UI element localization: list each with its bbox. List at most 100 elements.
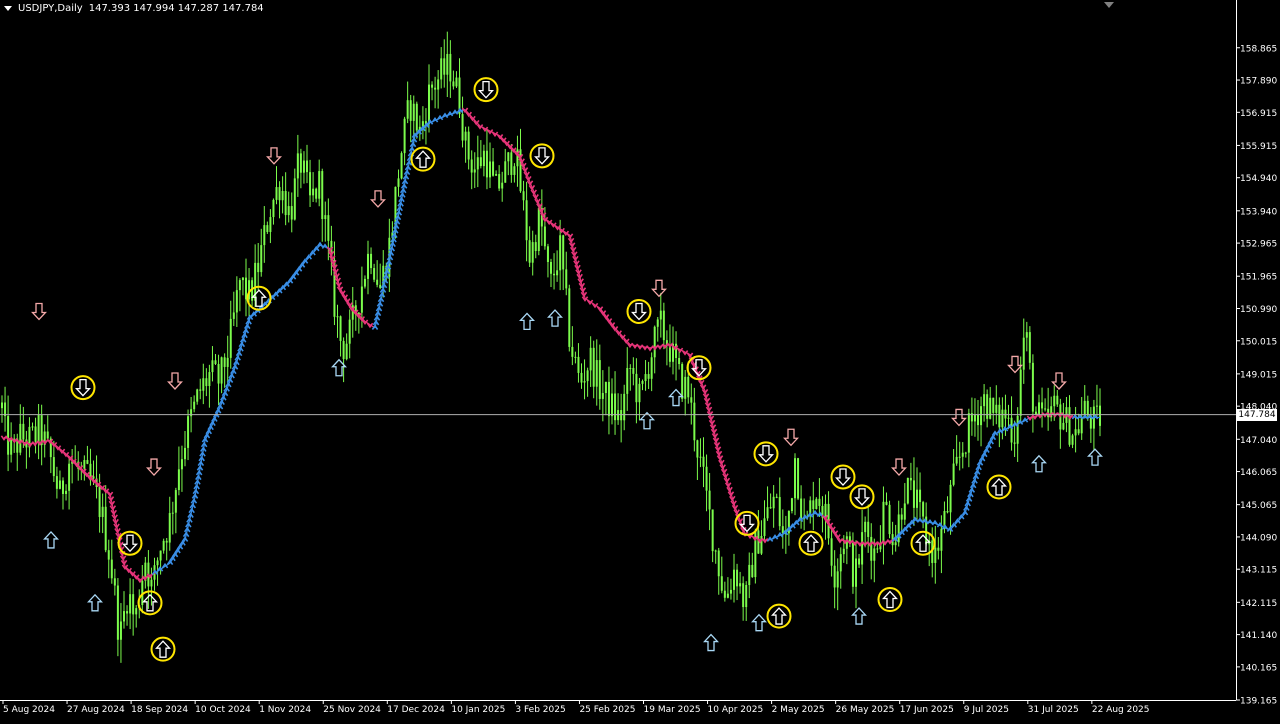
candle (65, 484, 68, 501)
candle (116, 578, 119, 657)
candle (309, 159, 312, 208)
y-tick-label: 150.015 (1240, 337, 1277, 347)
x-tick-label: 10 Oct 2024 (195, 705, 251, 715)
candle-body (620, 410, 623, 421)
candle (1016, 407, 1019, 462)
candle (162, 538, 165, 554)
candle (1025, 321, 1028, 352)
x-tick-label: 5 Aug 2024 (3, 705, 55, 715)
candle (376, 260, 379, 288)
candle-body (324, 215, 327, 220)
candle (1038, 394, 1040, 416)
candle (531, 230, 534, 276)
candle (482, 144, 485, 177)
candle (827, 491, 830, 545)
candle (714, 549, 717, 564)
candle-body (4, 402, 7, 417)
candle (723, 581, 726, 602)
candle (760, 520, 763, 556)
candle (10, 422, 13, 463)
candle-body (196, 389, 199, 402)
candle (184, 430, 186, 467)
candle-body (187, 416, 190, 448)
candle (784, 515, 787, 554)
candle-body (830, 538, 833, 566)
candle-body (952, 463, 955, 485)
candle-body (507, 152, 510, 162)
candle (278, 181, 281, 219)
candle (711, 509, 714, 563)
candle (403, 116, 406, 166)
candle (607, 366, 610, 435)
signal-down (783, 428, 799, 447)
chart-title-bar[interactable]: USDJPY,Daily 147.393 147.994 147.287 147… (4, 3, 264, 14)
candle-body (882, 501, 885, 544)
candle (830, 528, 833, 577)
candle-body (748, 564, 751, 586)
candle (495, 170, 498, 176)
candle-body (65, 490, 68, 494)
candle (129, 578, 132, 630)
candle-body (263, 225, 266, 246)
candle-body (272, 199, 275, 218)
dropdown-triangle-icon[interactable] (4, 6, 12, 11)
candle-body (309, 172, 312, 196)
candle-body (34, 426, 37, 442)
candle-body (1038, 402, 1040, 415)
candle (1, 395, 3, 423)
candle-body (1025, 332, 1028, 338)
candle-body (815, 498, 818, 509)
candle (232, 291, 235, 327)
candle (266, 221, 269, 234)
y-tick-label: 156.915 (1240, 109, 1277, 119)
candle (1092, 399, 1095, 452)
current-price-tag: 147.784 (1237, 408, 1277, 421)
candle-body (510, 152, 513, 175)
candle (662, 302, 665, 350)
candle (58, 470, 61, 490)
candle-body (980, 406, 983, 426)
chart-shift-marker-icon[interactable] (1104, 2, 1114, 8)
candle-body (989, 397, 992, 419)
candle-body (543, 226, 546, 247)
candle (562, 234, 565, 291)
signal-up (877, 587, 903, 613)
candle-body (168, 513, 171, 543)
candle (638, 377, 641, 421)
candle (485, 128, 488, 190)
signal-down (1007, 355, 1023, 374)
candle (754, 528, 757, 584)
signal-up-arrow-icon (991, 477, 1007, 496)
candle (123, 591, 125, 629)
candle-body (556, 270, 559, 276)
y-tick-label: 146.065 (1240, 468, 1277, 478)
candle (193, 395, 196, 413)
axes-layer: 158.865 157.890 156.915 155.915 154.940 153.9… (0, 0, 1277, 715)
chart-window[interactable]: 158.865 157.890 156.915 155.915 154.940 153.9… (0, 0, 1280, 720)
candle (934, 525, 937, 584)
candle (501, 171, 504, 202)
chart-canvas[interactable]: 158.865 157.890 156.915 155.915 154.940 153.9… (0, 0, 1280, 720)
candle (772, 485, 775, 528)
candle-body (873, 548, 876, 561)
candle (245, 258, 247, 317)
candle-body (912, 480, 915, 508)
candle (922, 500, 925, 529)
candle-body (174, 490, 177, 513)
candle-body (437, 79, 440, 90)
candle (647, 361, 650, 389)
signal-down (830, 464, 856, 490)
candle (251, 277, 254, 306)
candle-body (22, 423, 25, 440)
y-tick-label: 153.940 (1240, 207, 1277, 217)
candle-body (842, 548, 845, 555)
candle-body (699, 456, 702, 458)
candle (135, 605, 138, 628)
candle-body (894, 542, 897, 546)
candle-body (690, 397, 693, 403)
candle (479, 140, 482, 169)
candle (37, 403, 40, 460)
candle (1068, 395, 1071, 447)
candle-body (794, 458, 796, 499)
candle (888, 500, 891, 539)
